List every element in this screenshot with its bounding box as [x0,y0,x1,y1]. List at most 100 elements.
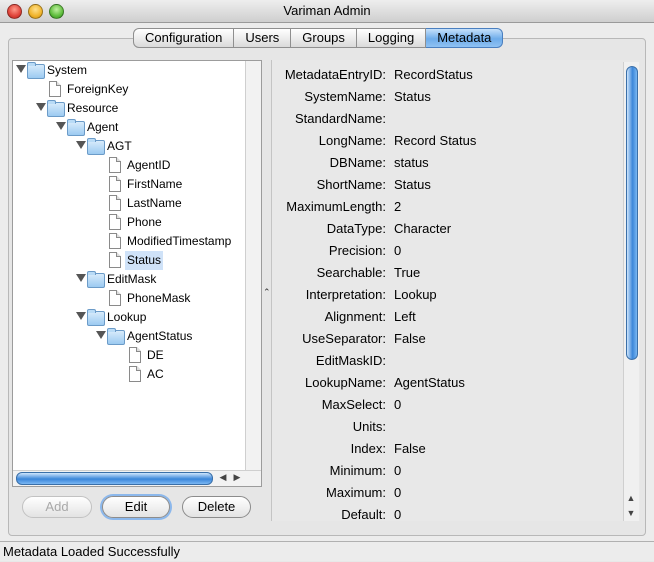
detail-row: MaxSelect: 0 [272,394,622,416]
detail-row: Minimum: 0 [272,460,622,482]
detail-key: Maximum: [326,485,386,500]
folder-icon [87,309,105,326]
folder-icon [107,328,125,345]
detail-key: SystemName: [304,89,386,104]
minimize-window-button[interactable] [28,4,43,19]
detail-row: ShortName: Status [272,174,622,196]
detail-row: MetadataEntryID: RecordStatus [272,64,622,86]
detail-row: StandardName: [272,108,622,130]
detail-row: Default: 0 [272,504,622,521]
detail-key: MaximumLength: [286,199,386,214]
tree-node[interactable]: ForeignKey [13,80,245,99]
metadata-tree[interactable]: System ForeignKey Resource Agent AGT AgentID F… [13,61,245,471]
scroll-right-arrow-icon[interactable]: ▶ [231,471,243,484]
detail-key: Searchable: [316,265,386,280]
tab-configuration[interactable]: Configuration [133,28,235,48]
tree-node-label: FirstName [127,177,183,191]
tree-horizontal-scroll-thumb[interactable] [16,472,213,485]
tree-vertical-scrollbar[interactable] [245,61,261,471]
status-bar: Metadata Loaded Successfully [0,541,654,561]
tab-metadata[interactable]: Metadata [426,28,504,48]
tree-node-label: AgentStatus [127,329,193,343]
detail-row: DataType: Character [272,218,622,240]
tree-node[interactable]: DE [13,346,245,365]
tab-logging[interactable]: Logging [356,28,427,48]
detail-row: Alignment: Left [272,306,622,328]
detail-row: LookupName: AgentStatus [272,372,622,394]
triangle-down-icon[interactable] [56,122,66,130]
detail-value: 0 [394,243,402,258]
detail-value: RecordStatus [394,67,473,82]
tree-node-label: System [47,63,88,77]
tree-horizontal-scrollbar[interactable]: ◀ ▶ [13,470,261,486]
title-bar: Variman Admin [0,0,654,23]
detail-key: Minimum: [329,463,386,478]
detail-vertical-scrollbar[interactable]: ▲ ▼ [623,62,639,521]
folder-icon [87,271,105,288]
document-icon [109,290,121,306]
tree-node[interactable]: AgentID [13,156,245,175]
tree-node[interactable]: ModifiedTimestamp [13,232,245,251]
detail-value: 0 [394,507,402,521]
folder-icon [27,62,45,79]
tree-node-label: AC [147,367,164,381]
tree-node[interactable]: AGT [13,137,245,156]
tab-groups[interactable]: Groups [291,28,357,48]
tree-node[interactable]: Phone [13,213,245,232]
tree-node-label: Resource [67,101,119,115]
triangle-down-icon[interactable] [76,312,86,320]
document-icon [109,157,121,173]
tree-node[interactable]: System [13,61,245,80]
triangle-down-icon[interactable] [36,103,46,111]
tree-node[interactable]: FirstName [13,175,245,194]
detail-key: Alignment: [324,309,386,324]
tree-node[interactable]: Status [13,251,245,270]
tree-node[interactable]: AgentStatus [13,327,245,346]
triangle-down-icon[interactable] [16,65,26,73]
tree-node-label: Lookup [107,310,147,324]
edit-button[interactable]: Edit [102,496,170,518]
tree-node-label: LastName [127,196,182,210]
tab-users[interactable]: Users [234,28,292,48]
tree-node[interactable]: AC [13,365,245,384]
detail-vertical-scroll-thumb[interactable] [626,66,638,360]
triangle-down-icon[interactable] [76,141,86,149]
detail-key: MetadataEntryID: [284,67,386,82]
tree-node-label: AGT [107,139,132,153]
close-window-button[interactable] [7,4,22,19]
detail-row: SystemName: Status [272,86,622,108]
zoom-window-button[interactable] [49,4,64,19]
status-message: Metadata Loaded Successfully [3,544,181,559]
tree-node[interactable]: EditMask [13,270,245,289]
tree-node[interactable]: Resource [13,99,245,118]
detail-value: Status [394,89,431,104]
detail-value: Record Status [394,133,477,148]
tree-node[interactable]: PhoneMask [13,289,245,308]
tree-node-label: ModifiedTimestamp [127,234,232,248]
document-icon [109,214,121,230]
detail-row: Searchable: True [272,262,622,284]
delete-button[interactable]: Delete [182,496,251,518]
detail-row: EditMaskID: [272,350,622,372]
scroll-down-arrow-icon[interactable]: ▼ [625,507,637,520]
detail-value: status [394,155,429,170]
tree-node[interactable]: Lookup [13,308,245,327]
triangle-down-icon[interactable] [96,331,106,339]
detail-key: MaxSelect: [321,397,386,412]
document-icon [49,81,61,97]
detail-key: StandardName: [294,111,386,126]
folder-icon [47,100,65,117]
scroll-up-arrow-icon[interactable]: ▲ [625,492,637,505]
tree-node[interactable]: LastName [13,194,245,213]
tab-bar: Configuration Users Groups Logging Metad… [133,28,504,48]
detail-key: EditMaskID: [315,353,386,368]
detail-value: 0 [394,463,402,478]
detail-key: Interpretation: [305,287,386,302]
tree-node[interactable]: Agent [13,118,245,137]
scroll-left-arrow-icon[interactable]: ◀ [217,471,229,484]
triangle-down-icon[interactable] [76,274,86,282]
detail-value: 0 [394,397,402,412]
add-button[interactable]: Add [22,496,92,518]
chevron-up-icon[interactable]: ⌃ [263,287,271,298]
document-icon [129,347,141,363]
